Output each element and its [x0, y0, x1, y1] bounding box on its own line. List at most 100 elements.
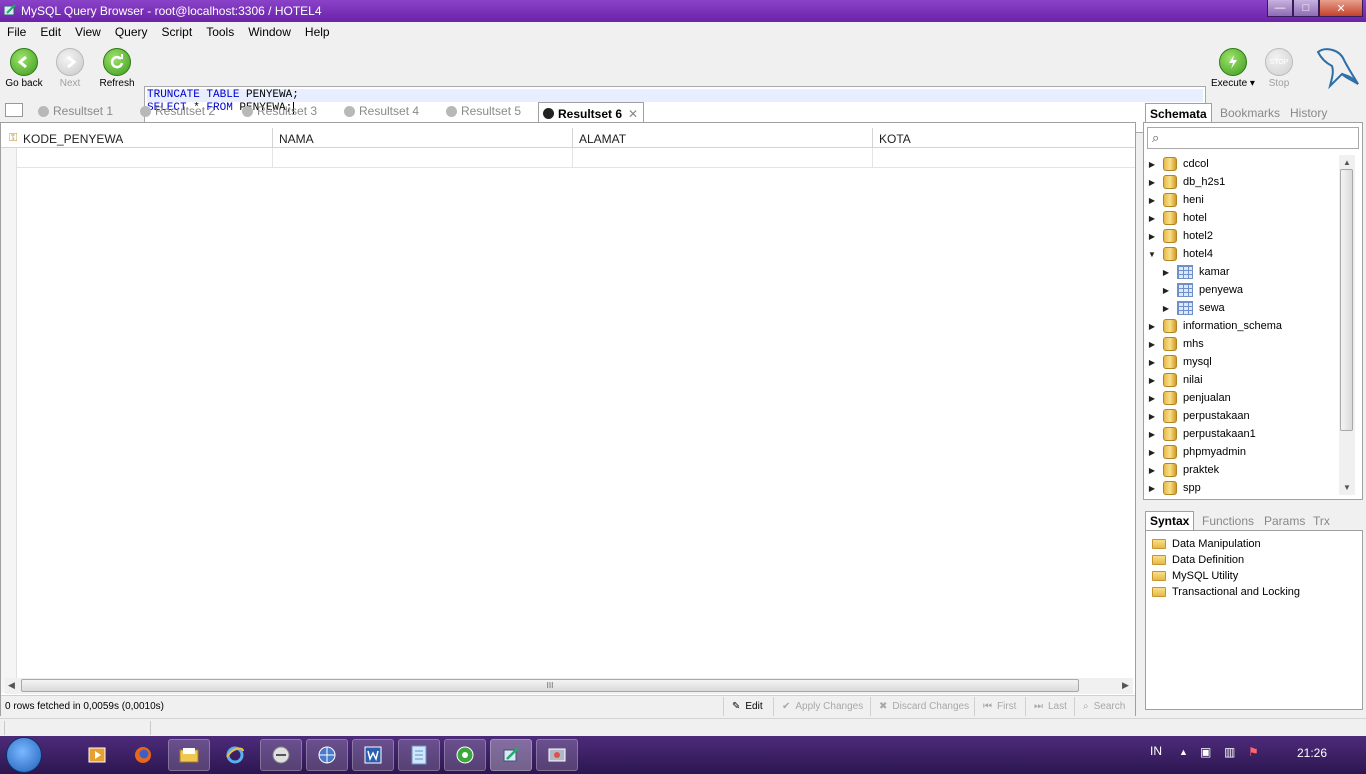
- expand-arrow-icon[interactable]: ▶: [1147, 178, 1157, 187]
- table-node-kamar[interactable]: ▶ kamar: [1147, 263, 1347, 281]
- expand-arrow-icon[interactable]: ▶: [1147, 466, 1157, 475]
- menu-window[interactable]: Window: [241, 22, 298, 42]
- close-tab-icon[interactable]: ✕: [628, 107, 638, 121]
- horizontal-scrollbar[interactable]: ◀ III ▶: [5, 678, 1133, 694]
- refresh-button[interactable]: Refresh: [95, 46, 139, 89]
- menu-view[interactable]: View: [68, 22, 108, 42]
- scroll-up-icon[interactable]: ▲: [1343, 158, 1351, 167]
- expand-arrow-icon[interactable]: ▶: [1147, 340, 1157, 349]
- expand-arrow-icon[interactable]: ▶: [1147, 322, 1157, 331]
- app-globe-icon[interactable]: [306, 739, 348, 771]
- first-button[interactable]: ⏮ First: [974, 697, 1025, 716]
- expand-arrow-icon[interactable]: ▶: [1161, 286, 1171, 295]
- tray-expand-icon[interactable]: ▲: [1179, 747, 1188, 757]
- maximize-button[interactable]: □: [1293, 0, 1319, 17]
- execute-button[interactable]: Execute ▾: [1210, 46, 1256, 89]
- scroll-down-icon[interactable]: ▼: [1343, 483, 1351, 492]
- syntax-item-data-manipulation[interactable]: Data Manipulation: [1146, 536, 1362, 552]
- tab-bookmarks[interactable]: Bookmarks: [1220, 106, 1280, 120]
- next-button[interactable]: Next: [48, 46, 92, 89]
- start-button[interactable]: [6, 737, 42, 773]
- schema-node-perpustakaan1[interactable]: ▶ perpustakaan1: [1147, 425, 1347, 443]
- syntax-item-transactional-locking[interactable]: Transactional and Locking: [1146, 584, 1362, 600]
- schema-vertical-scrollbar[interactable]: ▲ ▼: [1339, 155, 1355, 495]
- schema-node-phpmyadmin[interactable]: ▶ phpmyadmin: [1147, 443, 1347, 461]
- stop-button[interactable]: STOP Stop: [1257, 46, 1301, 89]
- schema-node-nilai[interactable]: ▶ nilai: [1147, 371, 1347, 389]
- schema-node-hotel[interactable]: ▶ hotel: [1147, 209, 1347, 227]
- expand-arrow-icon[interactable]: ▶: [1147, 214, 1157, 223]
- expand-arrow-icon[interactable]: ▶: [1147, 412, 1157, 421]
- schema-node-cdcol[interactable]: ▶ cdcol: [1147, 155, 1347, 173]
- expand-arrow-icon[interactable]: ▶: [1147, 160, 1157, 169]
- tab-params[interactable]: Params: [1264, 514, 1305, 528]
- tab-resultset-4[interactable]: Resultset 4: [344, 104, 419, 118]
- schema-node-perpustakaan[interactable]: ▶ perpustakaan: [1147, 407, 1347, 425]
- tray-network-icon[interactable]: ▥: [1224, 745, 1235, 759]
- language-indicator[interactable]: IN: [1150, 744, 1162, 758]
- scroll-left-icon[interactable]: ◀: [8, 680, 15, 691]
- media-player-icon[interactable]: [76, 739, 118, 771]
- tab-resultset-3[interactable]: Resultset 3: [242, 104, 317, 118]
- schema-node-spp[interactable]: ▶ spp: [1147, 479, 1347, 495]
- tray-flag-icon[interactable]: ⚑: [1248, 745, 1259, 759]
- schema-node-mhs[interactable]: ▶ mhs: [1147, 335, 1347, 353]
- table-row[interactable]: [17, 148, 1135, 168]
- scrollbar-thumb[interactable]: III: [21, 679, 1079, 692]
- mysql-query-browser-taskbar-icon[interactable]: [490, 739, 532, 771]
- apply-changes-button[interactable]: ✔ Apply Changes: [773, 697, 870, 716]
- tab-resultset-6[interactable]: Resultset 6 ✕: [538, 102, 645, 122]
- grid-cell[interactable]: [17, 148, 273, 168]
- tab-schemata[interactable]: Schemata: [1145, 103, 1212, 124]
- search-button[interactable]: ⌕ Search: [1074, 697, 1134, 716]
- expand-arrow-icon[interactable]: ▶: [1147, 358, 1157, 367]
- close-button[interactable]: ✕: [1319, 0, 1363, 17]
- expand-arrow-icon[interactable]: ▶: [1147, 394, 1157, 403]
- tray-device-icon[interactable]: ▣: [1200, 745, 1211, 759]
- app-gear-icon[interactable]: [536, 739, 578, 771]
- system-clock[interactable]: 21:26: [1297, 746, 1327, 760]
- grid-cell[interactable]: [873, 148, 1135, 168]
- schema-node-mysql[interactable]: ▶ mysql: [1147, 353, 1347, 371]
- new-tab-icon[interactable]: [5, 103, 23, 117]
- explorer-icon[interactable]: [168, 739, 210, 771]
- column-header-kode-penyewa[interactable]: ⚿ KODE_PENYEWA: [1, 128, 273, 148]
- tab-resultset-5[interactable]: Resultset 5: [446, 104, 521, 118]
- grid-cell[interactable]: [573, 148, 873, 168]
- menu-file[interactable]: File: [0, 22, 33, 42]
- scrollbar-thumb[interactable]: [1340, 169, 1353, 431]
- schema-node-praktek[interactable]: ▶ praktek: [1147, 461, 1347, 479]
- menu-query[interactable]: Query: [108, 22, 155, 42]
- expand-arrow-icon[interactable]: ▶: [1161, 268, 1171, 277]
- menu-edit[interactable]: Edit: [33, 22, 68, 42]
- notepad-icon[interactable]: [398, 739, 440, 771]
- column-header-alamat[interactable]: ALAMAT: [573, 128, 873, 148]
- expand-arrow-icon[interactable]: ▶: [1147, 448, 1157, 457]
- expand-arrow-icon[interactable]: ▶: [1147, 232, 1157, 241]
- menu-help[interactable]: Help: [298, 22, 337, 42]
- schema-node-information-schema[interactable]: ▶ information_schema: [1147, 317, 1347, 335]
- schema-node-hotel2[interactable]: ▶ hotel2: [1147, 227, 1347, 245]
- syntax-item-data-definition[interactable]: Data Definition: [1146, 552, 1362, 568]
- collapse-arrow-icon[interactable]: ▼: [1147, 250, 1157, 259]
- schema-node-hotel4[interactable]: ▼ hotel4: [1147, 245, 1347, 263]
- edit-button[interactable]: ✎ Edit: [723, 697, 773, 716]
- tab-history[interactable]: History: [1290, 106, 1327, 120]
- expand-arrow-icon[interactable]: ▶: [1147, 430, 1157, 439]
- expand-arrow-icon[interactable]: ▶: [1161, 304, 1171, 313]
- expand-arrow-icon[interactable]: ▶: [1147, 196, 1157, 205]
- schema-node-heni[interactable]: ▶ heni: [1147, 191, 1347, 209]
- column-header-nama[interactable]: NAMA: [273, 128, 573, 148]
- internet-explorer-icon[interactable]: [214, 739, 256, 771]
- schema-node-db-h2s1[interactable]: ▶ db_h2s1: [1147, 173, 1347, 191]
- tab-syntax[interactable]: Syntax: [1145, 511, 1195, 531]
- expand-arrow-icon[interactable]: ▶: [1147, 484, 1157, 493]
- expand-arrow-icon[interactable]: ▶: [1147, 376, 1157, 385]
- minimize-button[interactable]: —: [1267, 0, 1293, 17]
- schema-search-input[interactable]: ⌕: [1147, 127, 1359, 149]
- schema-node-penjualan[interactable]: ▶ penjualan: [1147, 389, 1347, 407]
- firefox-icon[interactable]: [122, 739, 164, 771]
- last-button[interactable]: ⏭ Last: [1025, 697, 1074, 716]
- grid-cell[interactable]: [273, 148, 573, 168]
- scroll-right-icon[interactable]: ▶: [1122, 680, 1129, 691]
